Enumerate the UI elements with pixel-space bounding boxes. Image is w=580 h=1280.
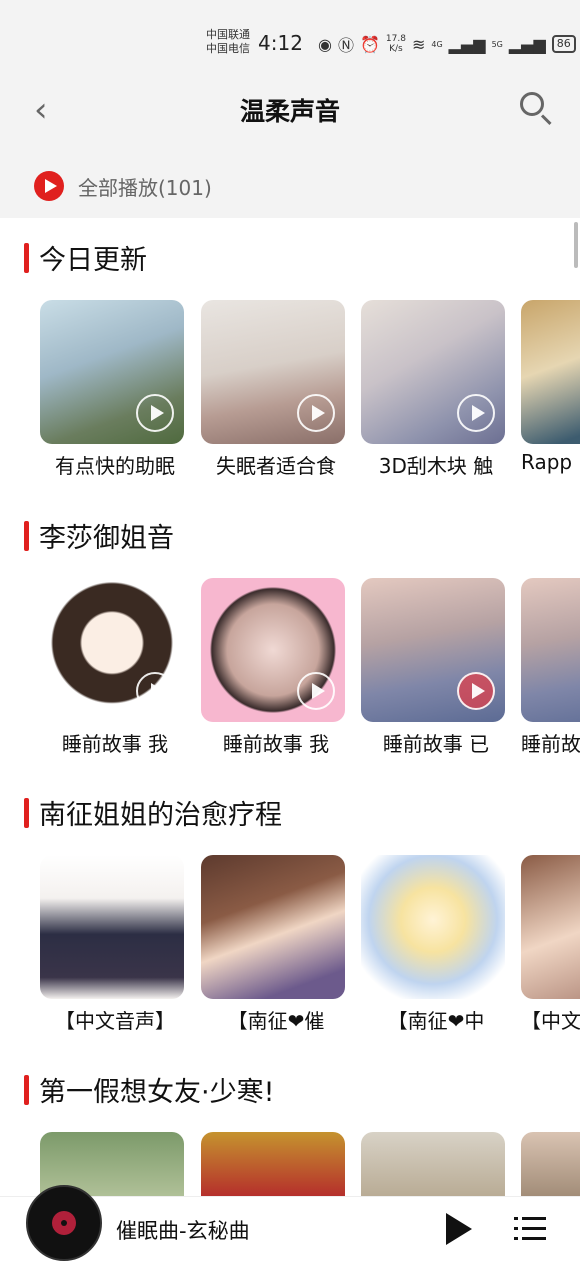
section-nanzheng: 南征姐姐的治愈疗程 【中文音声】 【南征❤催 【南征❤中 【中文 [0, 777, 580, 1055]
section-title: 今日更新 [24, 238, 147, 277]
play-all-row[interactable]: 全部播放(101) [0, 154, 580, 218]
album-title[interactable]: 【中文 [521, 1005, 580, 1034]
carrier-info: 中国联通 中国电信 [206, 28, 250, 56]
album-cover[interactable] [361, 578, 505, 722]
play-icon[interactable] [446, 1213, 472, 1245]
album-title[interactable]: 睡前故事 已 [361, 728, 511, 757]
album-row[interactable]: 睡前故事 我 睡前故事 我 睡前故事 已 睡前故 [40, 578, 580, 758]
album-card[interactable]: 【南征❤中 [361, 855, 505, 1034]
album-card[interactable]: 睡前故事 我 [40, 578, 184, 757]
net-speed: 17.8 K/s [386, 34, 406, 54]
section-title-text[interactable]: 南征姐姐的治愈疗程 [39, 793, 282, 832]
play-icon[interactable] [457, 672, 495, 710]
playlist-icon[interactable] [514, 1213, 546, 1245]
clock: 4:12 [258, 31, 303, 55]
album-title[interactable]: 睡前故事 我 [201, 728, 351, 757]
album-card[interactable]: 【中文音声】 [40, 855, 184, 1034]
album-title[interactable]: 【南征❤中 [361, 1005, 511, 1034]
status-bar: 中国联通 中国电信 4:12 ◉ Ⓝ ⏰ 17.8 K/s ≋ 4G ▂▄▆ 5… [0, 0, 580, 84]
album-cover[interactable] [361, 1132, 505, 1198]
album-cover[interactable] [521, 578, 580, 722]
section-today-update: 今日更新 有点快的助眠 失眠者适合食 3D刮木块 触 Rapp [0, 222, 580, 500]
album-cover[interactable] [40, 855, 184, 999]
net-speed-unit: K/s [389, 44, 403, 54]
album-card[interactable] [201, 1132, 345, 1198]
album-cover[interactable] [521, 1132, 580, 1198]
accent-bar [24, 520, 29, 551]
section-title-text[interactable]: 李莎御姐音 [39, 516, 174, 555]
signal-icon-2: ▂▄▆ [508, 34, 546, 54]
mini-player[interactable]: 催眠曲-玄秘曲 [0, 1185, 580, 1280]
album-card[interactable]: 【中文 [521, 855, 580, 1034]
album-row[interactable]: 【中文音声】 【南征❤催 【南征❤中 【中文 [40, 855, 580, 1035]
album-row[interactable]: 有点快的助眠 失眠者适合食 3D刮木块 触 Rapp [40, 300, 580, 480]
album-card[interactable]: 睡前故 [521, 578, 580, 757]
album-title[interactable]: 睡前故 [521, 728, 580, 757]
search-icon[interactable] [518, 90, 554, 126]
album-cover[interactable] [361, 855, 505, 999]
album-row[interactable] [40, 1132, 580, 1198]
play-circle-icon[interactable] [34, 171, 64, 201]
album-cover[interactable] [201, 300, 345, 444]
eye-icon: ◉ [318, 34, 332, 54]
album-cover[interactable] [201, 578, 345, 722]
section-title-text[interactable]: 今日更新 [39, 238, 147, 277]
album-cover[interactable] [521, 300, 580, 444]
section-title: 南征姐姐的治愈疗程 [24, 793, 282, 832]
album-card[interactable]: Rapp [521, 300, 580, 474]
section-title: 李莎御姐音 [24, 516, 174, 555]
album-card[interactable]: 失眠者适合食 [201, 300, 345, 479]
album-title[interactable]: 【南征❤催 [201, 1005, 351, 1034]
album-cover[interactable] [521, 855, 580, 999]
carrier-1: 中国联通 [206, 28, 250, 41]
carrier-2: 中国电信 [206, 42, 250, 55]
play-all-label[interactable]: 全部播放(101) [78, 172, 212, 201]
album-card[interactable] [521, 1132, 580, 1198]
battery-icon: 86 [551, 35, 576, 53]
nfc-icon: Ⓝ [337, 36, 354, 55]
play-icon[interactable] [136, 394, 174, 432]
accent-bar [24, 797, 29, 828]
album-title[interactable]: 3D刮木块 触 [361, 450, 511, 479]
signal-2-label: 5G [491, 39, 503, 49]
album-card[interactable]: 睡前故事 已 [361, 578, 505, 757]
album-card[interactable]: 【南征❤催 [201, 855, 345, 1034]
album-card[interactable] [361, 1132, 505, 1198]
now-playing-title[interactable]: 催眠曲-玄秘曲 [116, 1215, 250, 1245]
section-title-text[interactable]: 第一假想女友·少寒! [39, 1070, 274, 1109]
play-icon[interactable] [136, 672, 174, 710]
album-cover[interactable] [201, 855, 345, 999]
play-icon[interactable] [457, 394, 495, 432]
album-card[interactable]: 睡前故事 我 [201, 578, 345, 757]
section-lisha: 李莎御姐音 睡前故事 我 睡前故事 我 睡前故事 已 睡前故 [0, 500, 580, 778]
album-cover[interactable] [201, 1132, 345, 1198]
alarm-icon: ⏰ [359, 34, 380, 54]
play-icon[interactable] [297, 672, 335, 710]
album-cover[interactable] [40, 578, 184, 722]
album-title[interactable]: Rapp [521, 450, 580, 474]
section-title: 第一假想女友·少寒! [24, 1070, 274, 1109]
album-card[interactable]: 3D刮木块 触 [361, 300, 505, 479]
play-icon[interactable] [297, 394, 335, 432]
wifi-icon: ≋ [411, 34, 426, 54]
album-title[interactable]: 有点快的助眠 [40, 450, 190, 479]
accent-bar [24, 242, 29, 273]
album-title[interactable]: 【中文音声】 [40, 1005, 190, 1034]
album-cover[interactable] [40, 300, 184, 444]
album-title[interactable]: 失眠者适合食 [201, 450, 351, 479]
album-cover[interactable] [361, 300, 505, 444]
accent-bar [24, 1074, 29, 1105]
vinyl-disc-icon[interactable] [26, 1185, 102, 1261]
album-card[interactable]: 有点快的助眠 [40, 300, 184, 479]
net-speed-value: 17.8 [385, 34, 406, 44]
page-title: 温柔声音 [239, 97, 340, 126]
album-title[interactable]: 睡前故事 我 [40, 728, 190, 757]
signal-icon: ▂▄▆ [448, 34, 486, 54]
signal-1-label: 4G [431, 39, 443, 49]
status-icons: ◉ Ⓝ ⏰ 17.8 K/s ≋ 4G ▂▄▆ 5G ▂▄▆ 86 [318, 32, 576, 56]
app-bar: ‹ 温柔声音 [0, 84, 580, 154]
